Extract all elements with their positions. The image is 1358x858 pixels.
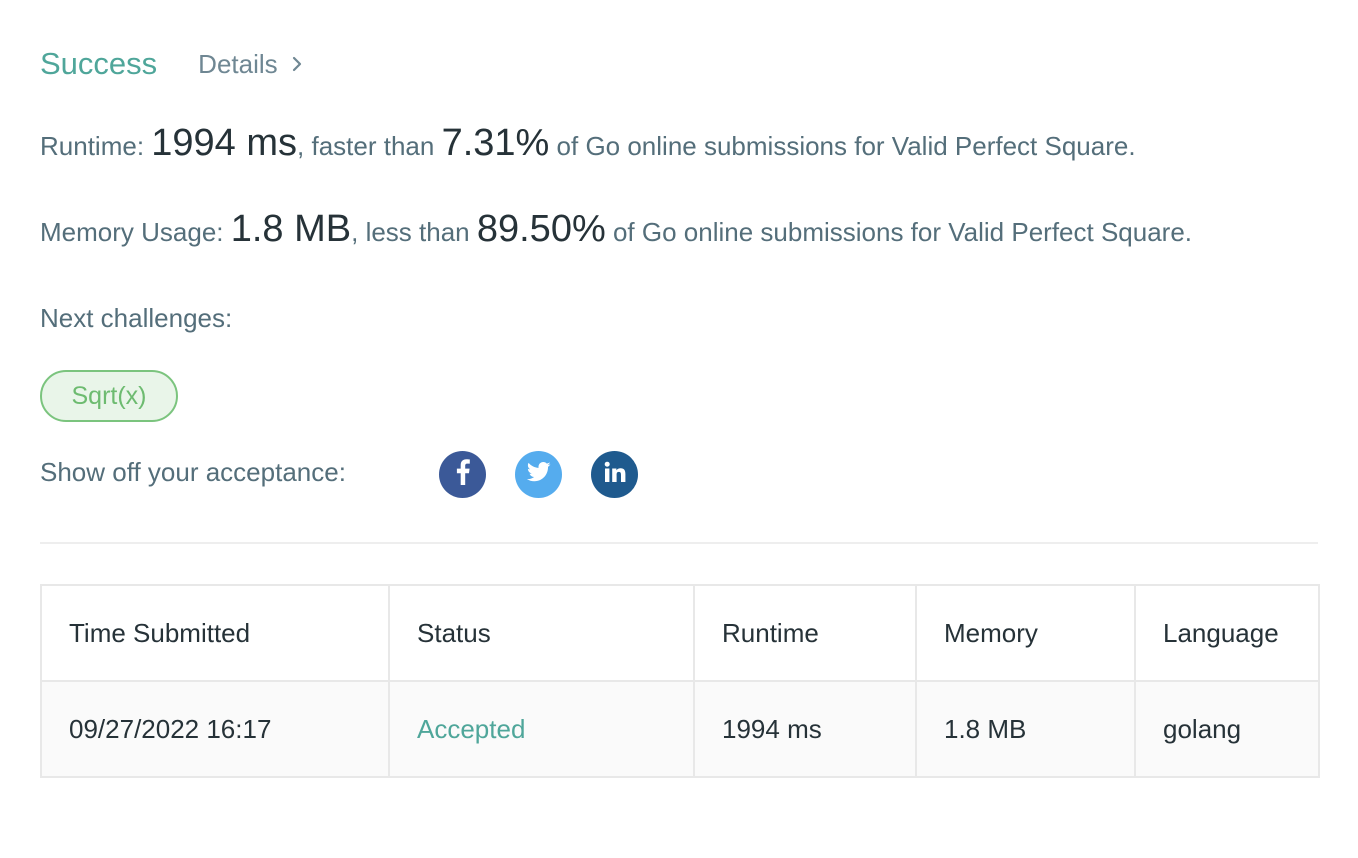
next-challenges-label: Next challenges: [40,303,233,333]
facebook-share-button[interactable] [439,451,486,498]
linkedin-share-button[interactable] [591,451,638,498]
cell-runtime: 1994 ms [693,680,917,778]
table-header-row: Time Submitted Status Runtime Memory Lan… [40,584,1320,682]
chevron-right-icon [292,56,302,72]
share-label: Show off your acceptance: [40,457,346,487]
runtime-comparison: , faster than [297,131,442,161]
twitter-icon [526,462,551,487]
memory-value: 1.8 MB [230,208,352,250]
runtime-value: 1994 ms [151,122,298,164]
challenge-chip-sqrt[interactable]: Sqrt(x) [40,370,178,422]
memory-label: Memory Usage: [40,217,224,247]
column-header-memory: Memory [915,584,1136,682]
twitter-share-button[interactable] [515,451,562,498]
memory-percentile: 89.50% [476,208,606,250]
runtime-label: Runtime: [40,131,145,161]
section-divider [40,542,1318,544]
details-link[interactable]: Details [198,49,301,80]
runtime-suffix: of Go online submissions for Valid Perfe… [549,131,1136,161]
cell-memory: 1.8 MB [915,680,1136,778]
result-header: Success Details [40,44,302,84]
linkedin-icon [604,461,626,488]
memory-comparison: , less than [351,217,477,247]
details-label: Details [198,48,278,79]
column-header-time-submitted: Time Submitted [40,584,390,682]
status-title: Success [40,46,158,81]
column-header-language: Language [1134,584,1320,682]
runtime-percentile: 7.31% [441,122,550,164]
facebook-icon [456,459,470,490]
column-header-status: Status [388,584,695,682]
table-row: 09/27/2022 16:17 Accepted 1994 ms 1.8 MB… [40,680,1320,778]
submissions-table: Time Submitted Status Runtime Memory Lan… [40,584,1320,778]
cell-time-submitted: 09/27/2022 16:17 [40,680,390,778]
runtime-summary: Runtime: 1994 ms, faster than 7.31% of G… [40,122,1136,165]
cell-status-accepted-link[interactable]: Accepted [388,680,695,778]
memory-summary: Memory Usage: 1.8 MB, less than 89.50% o… [40,208,1192,251]
submission-result-panel: Success Details Runtime: 1994 ms, faster… [0,0,1358,858]
cell-language: golang [1134,680,1320,778]
memory-suffix: of Go online submissions for Valid Perfe… [605,217,1193,247]
column-header-runtime: Runtime [693,584,917,682]
